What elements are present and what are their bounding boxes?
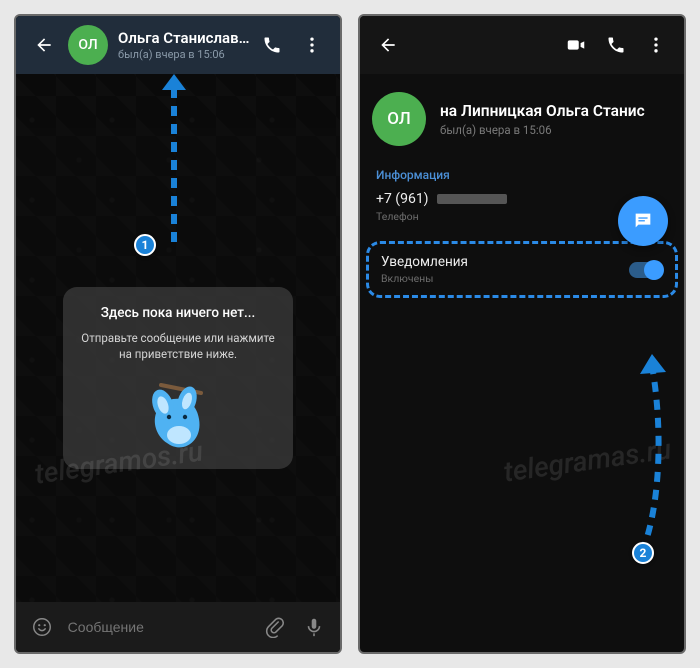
annotation-badge-2: 2: [632, 542, 654, 564]
profile-identity: ОЛ на Липницкая Ольга Станис был(а) вчер…: [360, 74, 684, 156]
phone-number-redacted: [437, 194, 507, 204]
contact-last-seen: был(а) вчера в 15:06: [118, 48, 252, 61]
info-label: Информация: [376, 168, 668, 182]
profile-body: ОЛ на Липницкая Ольга Станис был(а) вчер…: [360, 74, 684, 652]
profile-screen: ОЛ на Липницкая Ольга Станис был(а) вчер…: [358, 14, 686, 654]
emoji-button[interactable]: [22, 607, 62, 647]
contact-title-area[interactable]: Ольга Станиславо... был(а) вчера в 15:06: [118, 29, 252, 61]
voice-button[interactable]: [294, 607, 334, 647]
phone-number-prefix: +7 (961): [376, 191, 429, 207]
profile-avatar[interactable]: ОЛ: [372, 92, 426, 146]
greeting-sticker[interactable]: [133, 375, 223, 455]
more-button[interactable]: [292, 25, 332, 65]
notifications-title: Уведомления: [381, 254, 629, 270]
chat-header: ОЛ Ольга Станиславо... был(а) вчера в 15…: [16, 16, 340, 74]
more-button[interactable]: [636, 25, 676, 65]
more-vert-icon: [302, 35, 322, 55]
message-input[interactable]: [62, 619, 255, 635]
empty-state-card[interactable]: Здесь пока ничего нет... Отправьте сообщ…: [63, 287, 293, 468]
annotation-arrow-1: [154, 72, 194, 252]
arrow-left-icon: [34, 35, 54, 55]
header-actions: [252, 25, 332, 65]
empty-text: Отправьте сообщение или нажмите на приве…: [77, 331, 279, 362]
chat-icon: [632, 210, 654, 232]
mic-icon: [303, 616, 325, 638]
notifications-status: Включены: [381, 272, 629, 285]
video-call-button[interactable]: [556, 25, 596, 65]
video-icon: [565, 34, 587, 56]
more-vert-icon: [646, 35, 666, 55]
call-button[interactable]: [252, 25, 292, 65]
audio-call-button[interactable]: [596, 25, 636, 65]
phone-icon: [606, 35, 626, 55]
contact-avatar[interactable]: ОЛ: [68, 25, 108, 65]
paperclip-icon: [264, 616, 286, 638]
notifications-toggle[interactable]: [629, 262, 663, 278]
profile-name: на Липницкая Ольга Станис: [440, 102, 672, 120]
arrow-left-icon: [378, 35, 398, 55]
notifications-row[interactable]: Уведомления Включены: [366, 241, 678, 298]
contact-name: Ольга Станиславо...: [118, 29, 252, 47]
message-input-bar: [16, 602, 340, 652]
smile-icon: [31, 616, 53, 638]
back-button[interactable]: [368, 25, 408, 65]
annotation-arrow-2: [622, 352, 672, 562]
annotation-badge-1: 1: [134, 234, 156, 256]
chat-screen: ОЛ Ольга Станиславо... был(а) вчера в 15…: [14, 14, 342, 654]
empty-title: Здесь пока ничего нет...: [77, 305, 279, 321]
profile-last-seen: был(а) вчера в 15:06: [440, 123, 672, 137]
phone-icon: [262, 35, 282, 55]
back-button[interactable]: [24, 25, 64, 65]
profile-header: [360, 16, 684, 74]
header-actions: [556, 25, 676, 65]
attach-button[interactable]: [255, 607, 295, 647]
message-fab[interactable]: [618, 196, 668, 246]
